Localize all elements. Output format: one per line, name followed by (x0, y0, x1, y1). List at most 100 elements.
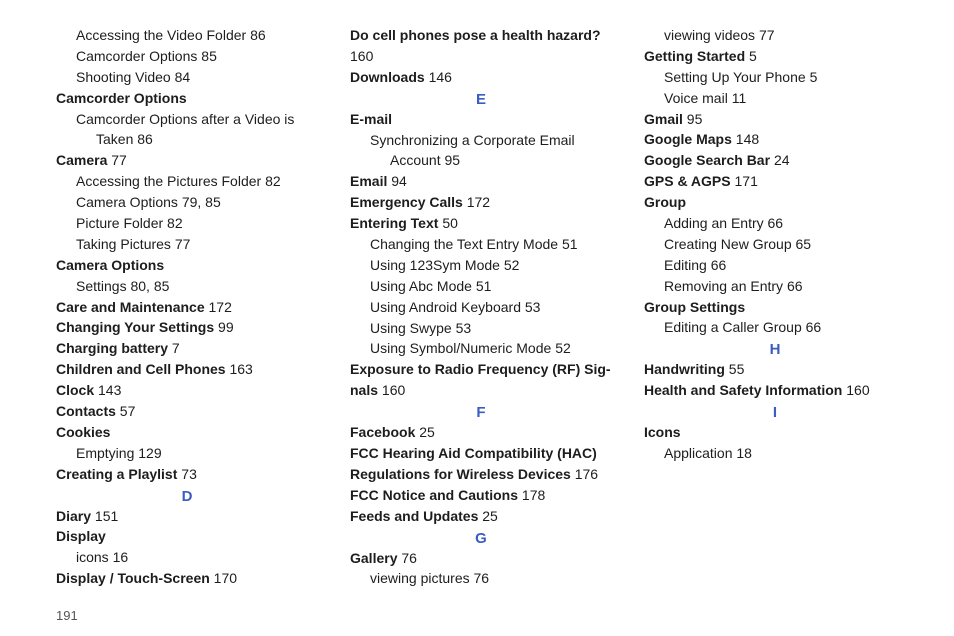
index-entry-label: Using Symbol/Numeric Mode (370, 340, 551, 356)
index-entry: Health and Safety Information 160 (644, 381, 906, 400)
index-entry: Facebook 25 (350, 423, 612, 442)
index-entry-label: E-mail (350, 111, 392, 127)
index-entry-label: Removing an Entry (664, 278, 783, 294)
index-entry-page: 143 (98, 382, 121, 398)
index-entry-page: 73 (181, 466, 197, 482)
index-entry: Setting Up Your Phone 5 (644, 68, 906, 87)
index-entry-label: Changing Your Settings (56, 319, 214, 335)
index-entry-page: 24 (774, 152, 790, 168)
index-entry: Application 18 (644, 444, 906, 463)
index-entry-label: Accessing the Pictures Folder (76, 173, 261, 189)
index-entry-page: 57 (120, 403, 136, 419)
index-entry: Using Abc Mode 51 (350, 277, 612, 296)
index-entry-page: 148 (736, 131, 759, 147)
index-entry-page: 176 (575, 466, 598, 482)
index-entry-page: 163 (229, 361, 252, 377)
index-entry-page: 86 (137, 131, 153, 147)
index-entry: Synchronizing a Corporate Email (350, 131, 612, 150)
index-entry: E-mail (350, 110, 612, 129)
index-entry-page: 171 (735, 173, 758, 189)
index-entry-page: 160 (382, 382, 405, 398)
index-entry: Camcorder Options (56, 89, 318, 108)
index-entry: Accessing the Video Folder 86 (56, 26, 318, 45)
index-entry-label: Entering Text (350, 215, 438, 231)
index-entry-label: Using Swype (370, 320, 452, 336)
index-entry-page: 18 (736, 445, 752, 461)
index-entry: Group Settings (644, 298, 906, 317)
index-entry-label: GPS & AGPS (644, 173, 731, 189)
index-entry: Google Maps 148 (644, 130, 906, 149)
index-entry-label: Cookies (56, 424, 110, 440)
index-entry: Taken 86 (56, 130, 318, 149)
index-entry-page: 5 (810, 69, 818, 85)
index-entry-page: 95 (687, 111, 703, 127)
index-entry-page: 25 (419, 424, 435, 440)
index-entry-page: 16 (113, 549, 129, 565)
index-entry-label: Using 123Sym Mode (370, 257, 500, 273)
index-entry-label: Camcorder Options (56, 90, 187, 106)
index-entry-label: Do cell phones pose a health hazard? (350, 27, 601, 43)
index-entry-label: viewing pictures (370, 570, 470, 586)
index-entry-label: Creating a Playlist (56, 466, 177, 482)
index-entry: Creating a Playlist 73 (56, 465, 318, 484)
index-entry-label: Gallery (350, 550, 397, 566)
index-entry: Camcorder Options after a Video is (56, 110, 318, 129)
index-entry: Account 95 (350, 151, 612, 170)
index-entry-page: 94 (391, 173, 407, 189)
index-entry-label: Camera Options (56, 257, 164, 273)
index-entry: Children and Cell Phones 163 (56, 360, 318, 379)
index-entry: Entering Text 50 (350, 214, 612, 233)
index-entry: Taking Pictures 77 (56, 235, 318, 254)
index-entry-label: Emergency Calls (350, 194, 463, 210)
index-entry: Display (56, 527, 318, 546)
index-entry-label: Synchronizing a Corporate Email (370, 132, 575, 148)
index-entry-page: 51 (476, 278, 492, 294)
index-entry: Care and Maintenance 172 (56, 298, 318, 317)
index-entry-page: 76 (474, 570, 490, 586)
index-entry: Camera Options (56, 256, 318, 275)
index-entry: Changing Your Settings 99 (56, 318, 318, 337)
index-entry: Using Swype 53 (350, 319, 612, 338)
index-entry: Clock 143 (56, 381, 318, 400)
index-entry-page: 25 (482, 508, 498, 524)
index-entry: Camera Options 79, 85 (56, 193, 318, 212)
index-entry: Creating New Group 65 (644, 235, 906, 254)
index-entry-label: Picture Folder (76, 215, 163, 231)
index-entry-label: Taken (96, 131, 133, 147)
index-entry-label: Emptying (76, 445, 134, 461)
index-entry-label: Exposure to Radio Frequency (RF) Sig- (350, 361, 611, 377)
index-entry-page: 76 (401, 550, 417, 566)
index-entry-label: Setting Up Your Phone (664, 69, 806, 85)
index-entry-page: 52 (555, 340, 571, 356)
index-entry-label: nals (350, 382, 378, 398)
index-entry-label: Adding an Entry (664, 215, 764, 231)
index-entry-page: 53 (456, 320, 472, 336)
index-entry: Gallery 76 (350, 549, 612, 568)
index-entry-label: Application (664, 445, 733, 461)
section-letter: D (56, 488, 318, 505)
index-entry-page: 129 (138, 445, 161, 461)
index-entry: Camera 77 (56, 151, 318, 170)
section-letter: H (644, 341, 906, 358)
index-entry-label: Creating New Group (664, 236, 792, 252)
index-entry-label: Using Android Keyboard (370, 299, 521, 315)
index-entry-label: Clock (56, 382, 94, 398)
index-entry: Using Android Keyboard 53 (350, 298, 612, 317)
index-entry-label: Group (644, 194, 686, 210)
index-entry: Adding an Entry 66 (644, 214, 906, 233)
section-letter: I (644, 404, 906, 421)
index-entry-label: viewing videos (664, 27, 755, 43)
index-entry: Shooting Video 84 (56, 68, 318, 87)
index-entry-label: Camera Options (76, 194, 178, 210)
index-entry-label: Feeds and Updates (350, 508, 478, 524)
index-entry: FCC Notice and Cautions 178 (350, 486, 612, 505)
index-entry-page: 178 (522, 487, 545, 503)
index-entry-page: 66 (806, 319, 822, 335)
index-entry: Editing 66 (644, 256, 906, 275)
index-entry-label: Charging battery (56, 340, 168, 356)
index-entry: nals 160 (350, 381, 612, 400)
index-entry-label: Editing (664, 257, 707, 273)
index-entry: icons 16 (56, 548, 318, 567)
index-entry-page: 79, 85 (182, 194, 221, 210)
index-entry-label: FCC Notice and Cautions (350, 487, 518, 503)
